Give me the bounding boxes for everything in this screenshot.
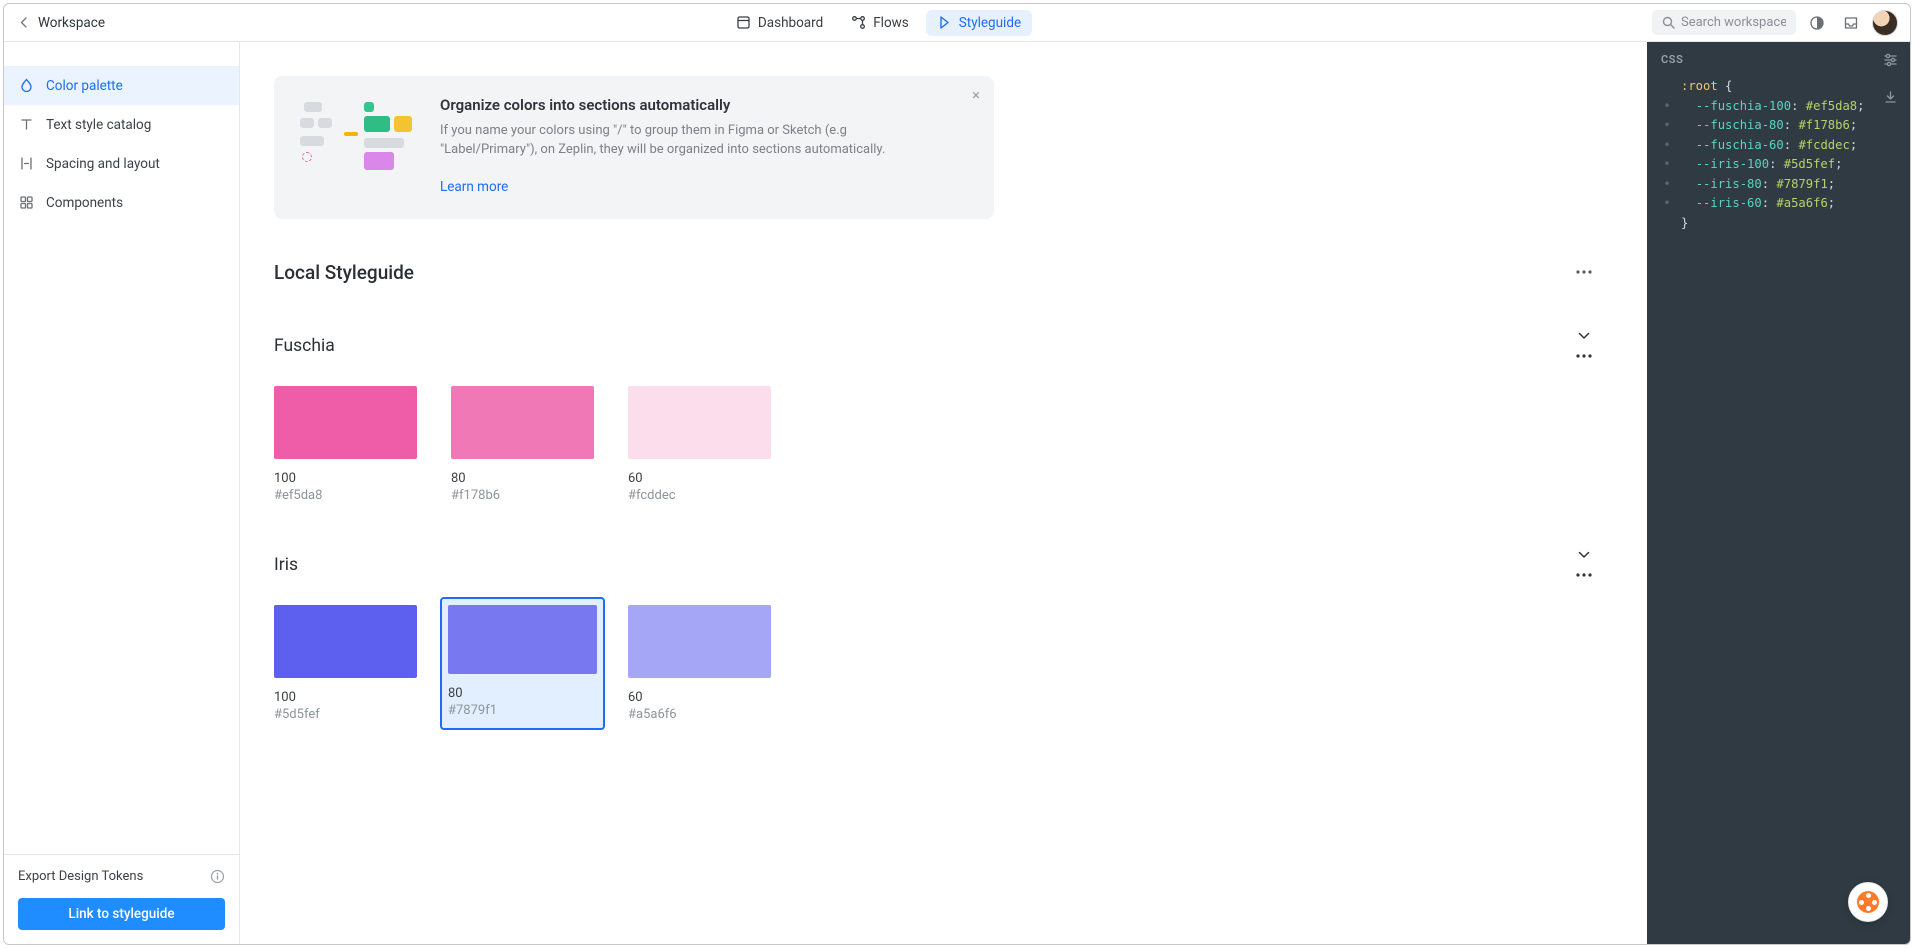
swatch-color <box>628 386 771 459</box>
swatch-color <box>448 605 597 674</box>
swatch-hex: #7879f1 <box>448 703 597 718</box>
tab-label: Dashboard <box>758 15 823 31</box>
search-placeholder: Search workspace <box>1681 15 1786 30</box>
sidebar-item-label: Spacing and layout <box>46 156 160 172</box>
color-swatch[interactable]: 80 #7879f1 <box>440 597 605 730</box>
swatch-hex: #a5a6f6 <box>628 707 771 722</box>
swatch-name: 60 <box>628 690 771 705</box>
swatch-name: 80 <box>451 471 594 486</box>
swatch-hex: #ef5da8 <box>274 488 417 503</box>
sidebar-item-label: Color palette <box>46 78 123 94</box>
help-fab[interactable] <box>1848 882 1888 922</box>
swatch-hex: #fcddec <box>628 488 771 503</box>
swatch-hex: #f178b6 <box>451 488 594 503</box>
export-label: Export Design Tokens <box>18 869 143 884</box>
banner-title: Organize colors into sections automatica… <box>440 96 968 114</box>
breadcrumb[interactable]: Workspace <box>16 15 105 31</box>
code-panel: CSS :root {• --fuschia-100: #ef5da8;• --… <box>1647 42 1910 944</box>
chevron-down-icon[interactable] <box>1574 545 1594 565</box>
tip-banner: × Organize colors into sections automati… <box>274 76 994 219</box>
tab-styleguide[interactable]: Styleguide <box>926 10 1032 36</box>
close-icon[interactable]: × <box>972 86 980 104</box>
sidebar-item-label: Text style catalog <box>46 117 151 133</box>
breadcrumb-label: Workspace <box>38 15 105 31</box>
group-title: Fuschia <box>274 336 335 356</box>
code-block[interactable]: :root {• --fuschia-100: #ef5da8;• --fusc… <box>1647 77 1910 233</box>
more-icon[interactable] <box>1574 565 1594 585</box>
components-icon <box>18 195 34 211</box>
swatch-name: 100 <box>274 690 417 705</box>
code-language-label: CSS <box>1661 53 1683 66</box>
banner-illustration <box>300 102 412 180</box>
sliders-icon[interactable] <box>1883 52 1898 67</box>
swatch-color <box>451 386 594 459</box>
page-title: Local Styleguide <box>274 261 414 284</box>
search-input[interactable]: Search workspace <box>1652 10 1796 35</box>
contrast-toggle-button[interactable] <box>1804 10 1830 36</box>
swatch-name: 60 <box>628 471 771 486</box>
dashboard-icon <box>736 15 751 30</box>
main-content: × Organize colors into sections automati… <box>240 42 1647 944</box>
color-swatch[interactable]: 60 #fcddec <box>628 386 771 503</box>
text-styles-icon <box>18 117 34 133</box>
group-title: Iris <box>274 555 298 575</box>
swatch-color <box>274 386 417 459</box>
sidebar-item-color-palette[interactable]: Color palette <box>4 66 239 105</box>
styleguide-icon <box>937 15 952 30</box>
swatch-name: 80 <box>448 686 597 701</box>
sidebar-item-text-styles[interactable]: Text style catalog <box>4 105 239 144</box>
sidebar-item-spacing-layout[interactable]: Spacing and layout <box>4 144 239 183</box>
tab-flows[interactable]: Flows <box>840 10 920 36</box>
color-swatch[interactable]: 60 #a5a6f6 <box>628 605 771 722</box>
swatch-color <box>274 605 417 678</box>
info-icon <box>210 869 225 884</box>
color-swatch[interactable]: 80 #f178b6 <box>451 386 594 503</box>
color-swatch[interactable]: 100 #ef5da8 <box>274 386 417 503</box>
inbox-button[interactable] <box>1838 10 1864 36</box>
search-icon <box>1662 16 1675 29</box>
link-to-styleguide-button[interactable]: Link to styleguide <box>18 898 225 930</box>
sidebar-item-label: Components <box>46 195 123 211</box>
tab-dashboard[interactable]: Dashboard <box>725 10 834 36</box>
spacing-layout-icon <box>18 156 34 172</box>
zeplin-logo-icon <box>1857 891 1879 913</box>
banner-text: If you name your colors using "/" to gro… <box>440 122 910 160</box>
sidebar: Color palette Text style catalog Spacing a… <box>4 42 240 944</box>
swatch-color <box>628 605 771 678</box>
tab-label: Styleguide <box>959 15 1021 31</box>
flows-icon <box>851 15 866 30</box>
swatch-name: 100 <box>274 471 417 486</box>
tab-label: Flows <box>873 15 909 31</box>
chevron-left-icon <box>16 16 30 30</box>
color-palette-icon <box>18 78 34 94</box>
learn-more-link[interactable]: Learn more <box>440 179 508 195</box>
swatch-hex: #5d5fef <box>274 707 417 722</box>
color-swatch[interactable]: 100 #5d5fef <box>274 605 417 722</box>
download-icon[interactable] <box>1883 90 1898 105</box>
sidebar-item-components[interactable]: Components <box>4 183 239 222</box>
avatar[interactable] <box>1872 10 1898 36</box>
more-icon[interactable] <box>1574 262 1594 282</box>
link-btn-label: Link to styleguide <box>68 906 174 922</box>
chevron-down-icon[interactable] <box>1574 326 1594 346</box>
export-design-tokens[interactable]: Export Design Tokens <box>18 869 225 884</box>
more-icon[interactable] <box>1574 346 1594 366</box>
